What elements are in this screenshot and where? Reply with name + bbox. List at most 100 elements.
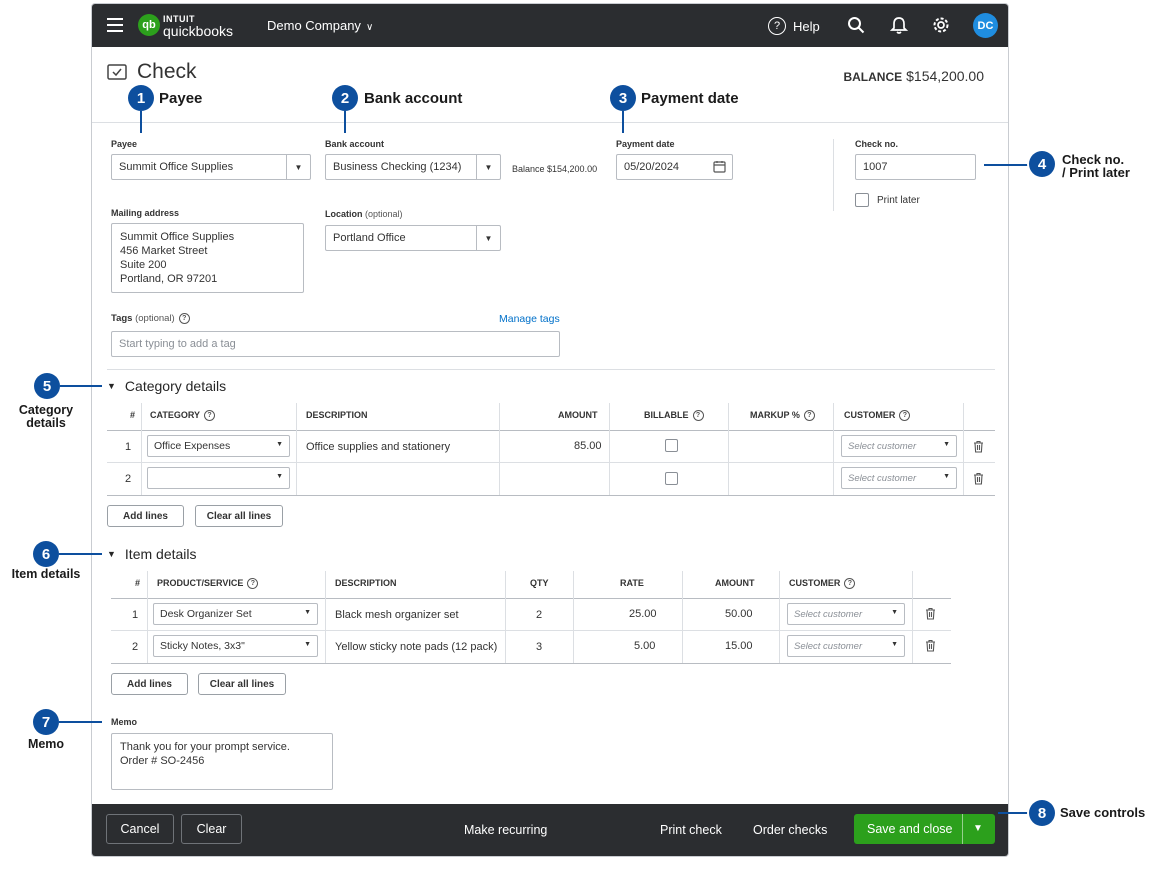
annotation-connector [998, 812, 1030, 814]
payment-date-input[interactable]: 05/20/2024 [616, 154, 733, 180]
description-cell[interactable]: Office supplies and stationery [306, 441, 450, 453]
trash-icon[interactable] [973, 472, 984, 485]
mailing-address-label: Mailing address [111, 208, 180, 218]
category-select[interactable]: ▼ [147, 467, 290, 489]
col-line [141, 403, 142, 495]
item-details-title: Item details [124, 546, 197, 562]
tags-optional: (optional) [135, 313, 175, 325]
print-check-button[interactable]: Print check [660, 823, 722, 837]
description-cell[interactable]: Black mesh organizer set [335, 609, 459, 621]
trash-icon[interactable] [973, 440, 984, 453]
help-icon[interactable]: ? [844, 578, 856, 590]
add-lines-button[interactable]: Add lines [111, 673, 188, 695]
category-details-toggle[interactable]: ▼ Category details [107, 378, 226, 394]
payment-date-value: 05/20/2024 [624, 161, 680, 173]
caret-down-icon: ▼ [304, 609, 311, 616]
page-title: Check [137, 60, 197, 83]
calendar-icon[interactable] [713, 160, 726, 173]
check-number-input[interactable]: 1007 [855, 154, 976, 180]
category-select[interactable]: Office Expenses ▼ [147, 435, 290, 457]
item-details-toggle[interactable]: ▼ Item details [107, 546, 197, 562]
mailing-line: 456 Market Street [120, 245, 208, 257]
payment-date-label: Payment date [616, 139, 675, 149]
tags-input[interactable]: Start typing to add a tag [111, 331, 560, 357]
billable-checkbox[interactable] [665, 472, 678, 485]
search-icon[interactable] [847, 16, 865, 34]
cancel-button[interactable]: Cancel [106, 814, 174, 844]
bell-icon[interactable] [890, 16, 908, 35]
menu-icon[interactable] [107, 18, 123, 36]
payee-value: Summit Office Supplies [119, 161, 234, 173]
order-checks-button[interactable]: Order checks [753, 823, 827, 837]
row-number: 2 [132, 641, 139, 653]
amount-cell[interactable]: 85.00 [574, 440, 602, 452]
clear-all-lines-button[interactable]: Clear all lines [198, 673, 286, 695]
caret-down-icon[interactable]: ▼ [973, 823, 983, 834]
annotation-label: Payment date [641, 90, 739, 107]
chevron-down-icon: ∨ [365, 22, 374, 33]
help-icon[interactable]: ? [178, 313, 190, 324]
qty-cell[interactable]: 3 [536, 641, 542, 653]
rate-cell[interactable]: 25.00 [629, 608, 657, 620]
customer-select[interactable]: Select customer ▼ [841, 435, 957, 457]
rate-cell[interactable]: 5.00 [634, 640, 655, 652]
company-switcher[interactable]: Demo Company ∨ [267, 18, 373, 33]
annotation-badge: 1 [128, 85, 154, 111]
location-value: Portland Office [333, 232, 406, 244]
save-and-close-button[interactable]: Save and close ▼ [854, 814, 995, 844]
help-button[interactable]: ? Help [768, 17, 820, 35]
print-later-label: Print later [877, 195, 920, 206]
annotation-label: Check no. / Print later [1062, 153, 1130, 179]
help-label: Help [793, 18, 820, 34]
caret-down-icon: ▼ [891, 609, 898, 616]
col-line [505, 571, 506, 663]
column-header: PRODUCT/SERVICE? [157, 578, 259, 590]
memo-field[interactable]: Thank you for your prompt service. Order… [111, 733, 333, 790]
location-label-text: Location [325, 209, 363, 219]
gear-icon[interactable] [932, 16, 950, 34]
customer-select[interactable]: Select customer ▼ [787, 603, 905, 625]
payee-select[interactable]: Summit Office Supplies ▼ [111, 154, 311, 180]
manage-tags-link[interactable]: Manage tags [499, 313, 560, 325]
qty-cell[interactable]: 2 [536, 609, 542, 621]
trash-icon[interactable] [925, 639, 936, 652]
mailing-address-field[interactable]: Summit Office Supplies 456 Market Street… [111, 223, 304, 293]
description-cell[interactable]: Yellow sticky note pads (12 pack) [335, 641, 497, 653]
bank-account-select[interactable]: Business Checking (1234) ▼ [325, 154, 501, 180]
location-select[interactable]: Portland Office ▼ [325, 225, 501, 251]
col-line [779, 571, 780, 663]
col-line [833, 403, 834, 495]
add-lines-button[interactable]: Add lines [107, 505, 184, 527]
print-later-checkbox[interactable] [855, 193, 869, 207]
amount-cell[interactable]: 15.00 [725, 640, 753, 652]
amount-cell[interactable]: 50.00 [725, 608, 753, 620]
column-header-text: MARKUP % [750, 410, 800, 420]
billable-checkbox[interactable] [665, 439, 678, 452]
product-select[interactable]: Desk Organizer Set ▼ [153, 603, 318, 625]
customer-placeholder: Select customer [794, 641, 863, 652]
table-row-line [107, 495, 995, 496]
bank-account-label: Bank account [325, 139, 385, 149]
product-select[interactable]: Sticky Notes, 3x3" ▼ [153, 635, 318, 657]
col-line [912, 571, 913, 663]
customer-select[interactable]: Select customer ▼ [787, 635, 905, 657]
column-header: RATE [620, 578, 644, 588]
avatar[interactable]: DC [973, 13, 998, 38]
column-header: # [130, 410, 136, 420]
trash-icon[interactable] [925, 607, 936, 620]
help-icon[interactable]: ? [204, 410, 216, 422]
help-icon[interactable]: ? [247, 578, 259, 590]
help-icon[interactable]: ? [899, 410, 911, 422]
customer-select[interactable]: Select customer ▼ [841, 467, 957, 489]
make-recurring-button[interactable]: Make recurring [464, 823, 547, 837]
check-window: qb INTUIT quickbooks Demo Company ∨ ? Hel… [91, 3, 1009, 857]
help-icon[interactable]: ? [803, 410, 815, 422]
help-icon[interactable]: ? [692, 410, 704, 422]
clear-all-lines-button[interactable]: Clear all lines [195, 505, 283, 527]
annotation-badge: 3 [610, 85, 636, 111]
category-value: Office Expenses [154, 440, 231, 452]
clear-button[interactable]: Clear [181, 814, 242, 844]
mailing-line: Suite 200 [120, 259, 167, 271]
annotation-badge: 2 [332, 85, 358, 111]
annotation-label: Memo [27, 737, 65, 751]
